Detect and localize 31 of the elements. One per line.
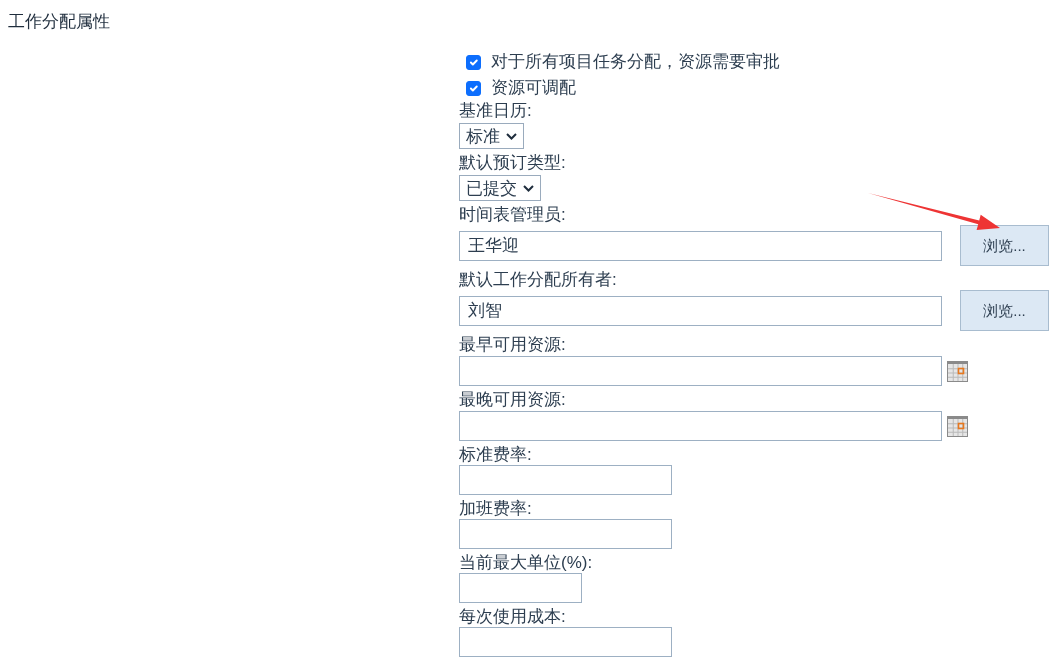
chevron-down-icon <box>523 184 534 192</box>
dropdown[interactable]: 标准 <box>459 123 524 149</box>
field-label: 标准费率: <box>459 445 532 465</box>
checkbox[interactable] <box>466 80 481 96</box>
browse-button[interactable]: 浏览... <box>960 225 1049 266</box>
field-label: 时间表管理员: <box>459 205 566 225</box>
calendar-icon[interactable] <box>947 415 968 437</box>
section-title: 工作分配属性 <box>8 12 110 32</box>
text-field[interactable] <box>459 465 672 495</box>
field-label: 加班费率: <box>459 499 532 519</box>
chevron-down-icon <box>506 132 517 140</box>
checkbox-label: 对于所有项目任务分配，资源需要审批 <box>491 52 780 72</box>
date-field[interactable] <box>459 411 942 441</box>
field-label: 基准日历: <box>459 101 532 121</box>
field-label: 每次使用成本: <box>459 607 566 627</box>
calendar-icon[interactable] <box>947 360 968 382</box>
text-field[interactable] <box>459 573 582 603</box>
field-label: 默认预订类型: <box>459 153 566 173</box>
checkbox[interactable] <box>466 54 481 70</box>
field-label: 当前最大单位(%): <box>459 553 593 573</box>
field-label: 默认工作分配所有者: <box>459 270 617 290</box>
text-field[interactable]: 王华迎 <box>459 230 942 261</box>
field-label: 最晚可用资源: <box>459 390 566 410</box>
text-field[interactable] <box>459 627 672 657</box>
date-field[interactable] <box>459 356 942 386</box>
text-field[interactable]: 刘智 <box>459 295 942 326</box>
browse-button[interactable]: 浏览... <box>960 290 1049 331</box>
checkbox-label: 资源可调配 <box>491 78 576 98</box>
dropdown[interactable]: 已提交 <box>459 175 541 201</box>
text-field[interactable] <box>459 519 672 549</box>
field-label: 最早可用资源: <box>459 335 566 355</box>
